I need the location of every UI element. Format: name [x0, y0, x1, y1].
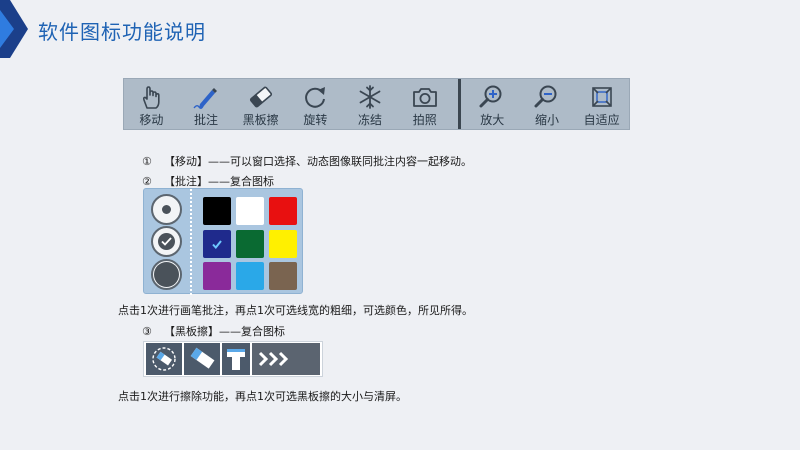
desc-text: 点击1次进行画笔批注，再点1次可选线宽的粗细，可选颜色，所见所得。 [118, 304, 473, 317]
desc-move: ① 【移动】——可以窗口选择、动态图像联同批注内容一起移动。 [142, 153, 472, 169]
color-swatch-skyblue[interactable] [236, 262, 264, 290]
item-number: ② [142, 175, 152, 188]
color-swatch-red[interactable] [269, 197, 297, 225]
toolbar-label: 冻结 [358, 113, 383, 127]
chevrons-right-icon [258, 351, 289, 367]
line-width-thin[interactable] [151, 194, 182, 225]
hand-move-icon [143, 86, 160, 109]
rotate-icon [305, 87, 326, 108]
desc-eraser: ③ 【黑板擦】——复合图标 [142, 323, 285, 339]
toolbar-label: 旋转 [303, 113, 328, 127]
toolbar-label: 黑板擦 [242, 113, 279, 127]
toolbar-label: 缩小 [534, 113, 559, 127]
color-swatch-yellow[interactable] [269, 230, 297, 258]
eraser-options-bar [143, 341, 323, 377]
desc-eraser-note: 点击1次进行擦除功能，再点1次可选黑板擦的大小与清屏。 [118, 388, 407, 404]
desc-annotate: ② 【批注】——复合图标 [142, 173, 274, 189]
toolbar-freeze-button[interactable]: 冻结 [343, 79, 398, 129]
toolbar-label: 批注 [194, 113, 219, 127]
camera-icon [412, 88, 437, 107]
toolbar-label: 移动 [139, 113, 164, 127]
toolbar-label: 自适应 [583, 113, 620, 127]
checkmark-icon [212, 239, 222, 249]
toolbar-zoom-in-button[interactable]: 放大 [465, 79, 520, 129]
toolbar-label: 放大 [480, 113, 505, 127]
clear-screen-button[interactable] [252, 343, 320, 375]
desc-text: 【批注】——复合图标 [164, 175, 274, 188]
toolbar-camera-button[interactable]: 拍照 [397, 79, 452, 129]
checkmark-icon [161, 237, 172, 246]
pen-annotate-icon [193, 88, 217, 109]
fit-screen-icon [591, 87, 612, 107]
eraser-size-small[interactable] [146, 343, 182, 375]
desc-text: 【黑板擦】——复合图标 [164, 325, 285, 338]
toolbar: 移动 批注 黑板擦 旋转 冻结 拍照 放大 缩小 自适应 [123, 78, 630, 130]
color-swatch-navy[interactable] [203, 230, 231, 258]
line-width-medium[interactable] [151, 226, 182, 257]
line-width-thick[interactable] [151, 259, 182, 290]
color-swatch-purple[interactable] [203, 262, 231, 290]
color-swatch-brown[interactable] [269, 262, 297, 290]
page-title: 软件图标功能说明 [38, 20, 206, 44]
item-number: ① [142, 155, 152, 168]
toolbar-fit-button[interactable]: 自适应 [574, 79, 629, 129]
line-width-column [144, 189, 192, 295]
toolbar-divider [458, 79, 461, 129]
toolbar-annotate-button[interactable]: 批注 [179, 79, 234, 129]
toolbar-move-button[interactable]: 移动 [124, 79, 179, 129]
toolbar-rotate-button[interactable]: 旋转 [288, 79, 343, 129]
eraser-large-icon [227, 349, 245, 370]
toolbar-zoom-out-button[interactable]: 缩小 [520, 79, 575, 129]
desc-text: 【移动】——可以窗口选择、动态图像联同批注内容一起移动。 [164, 155, 472, 168]
snowflake-freeze-icon [359, 85, 381, 109]
eraser-icon [249, 86, 272, 108]
color-swatch-white[interactable] [236, 197, 264, 225]
zoom-in-icon [479, 85, 502, 108]
desc-text: 点击1次进行擦除功能，再点1次可选黑板擦的大小与清屏。 [118, 390, 407, 403]
item-number: ③ [142, 325, 152, 338]
eraser-small-icon [152, 347, 176, 371]
corner-decoration [0, 0, 28, 58]
eraser-size-medium[interactable] [184, 343, 220, 375]
color-swatch-green[interactable] [236, 230, 264, 258]
color-swatch-black[interactable] [203, 197, 231, 225]
toolbar-eraser-button[interactable]: 黑板擦 [233, 79, 288, 129]
annotate-palette [143, 188, 303, 295]
zoom-out-icon [534, 85, 557, 108]
eraser-size-large[interactable] [222, 343, 250, 375]
toolbar-label: 拍照 [412, 113, 437, 127]
eraser-medium-icon [190, 347, 215, 369]
desc-annotate-note: 点击1次进行画笔批注，再点1次可选线宽的粗细，可选颜色，所见所得。 [118, 302, 473, 318]
